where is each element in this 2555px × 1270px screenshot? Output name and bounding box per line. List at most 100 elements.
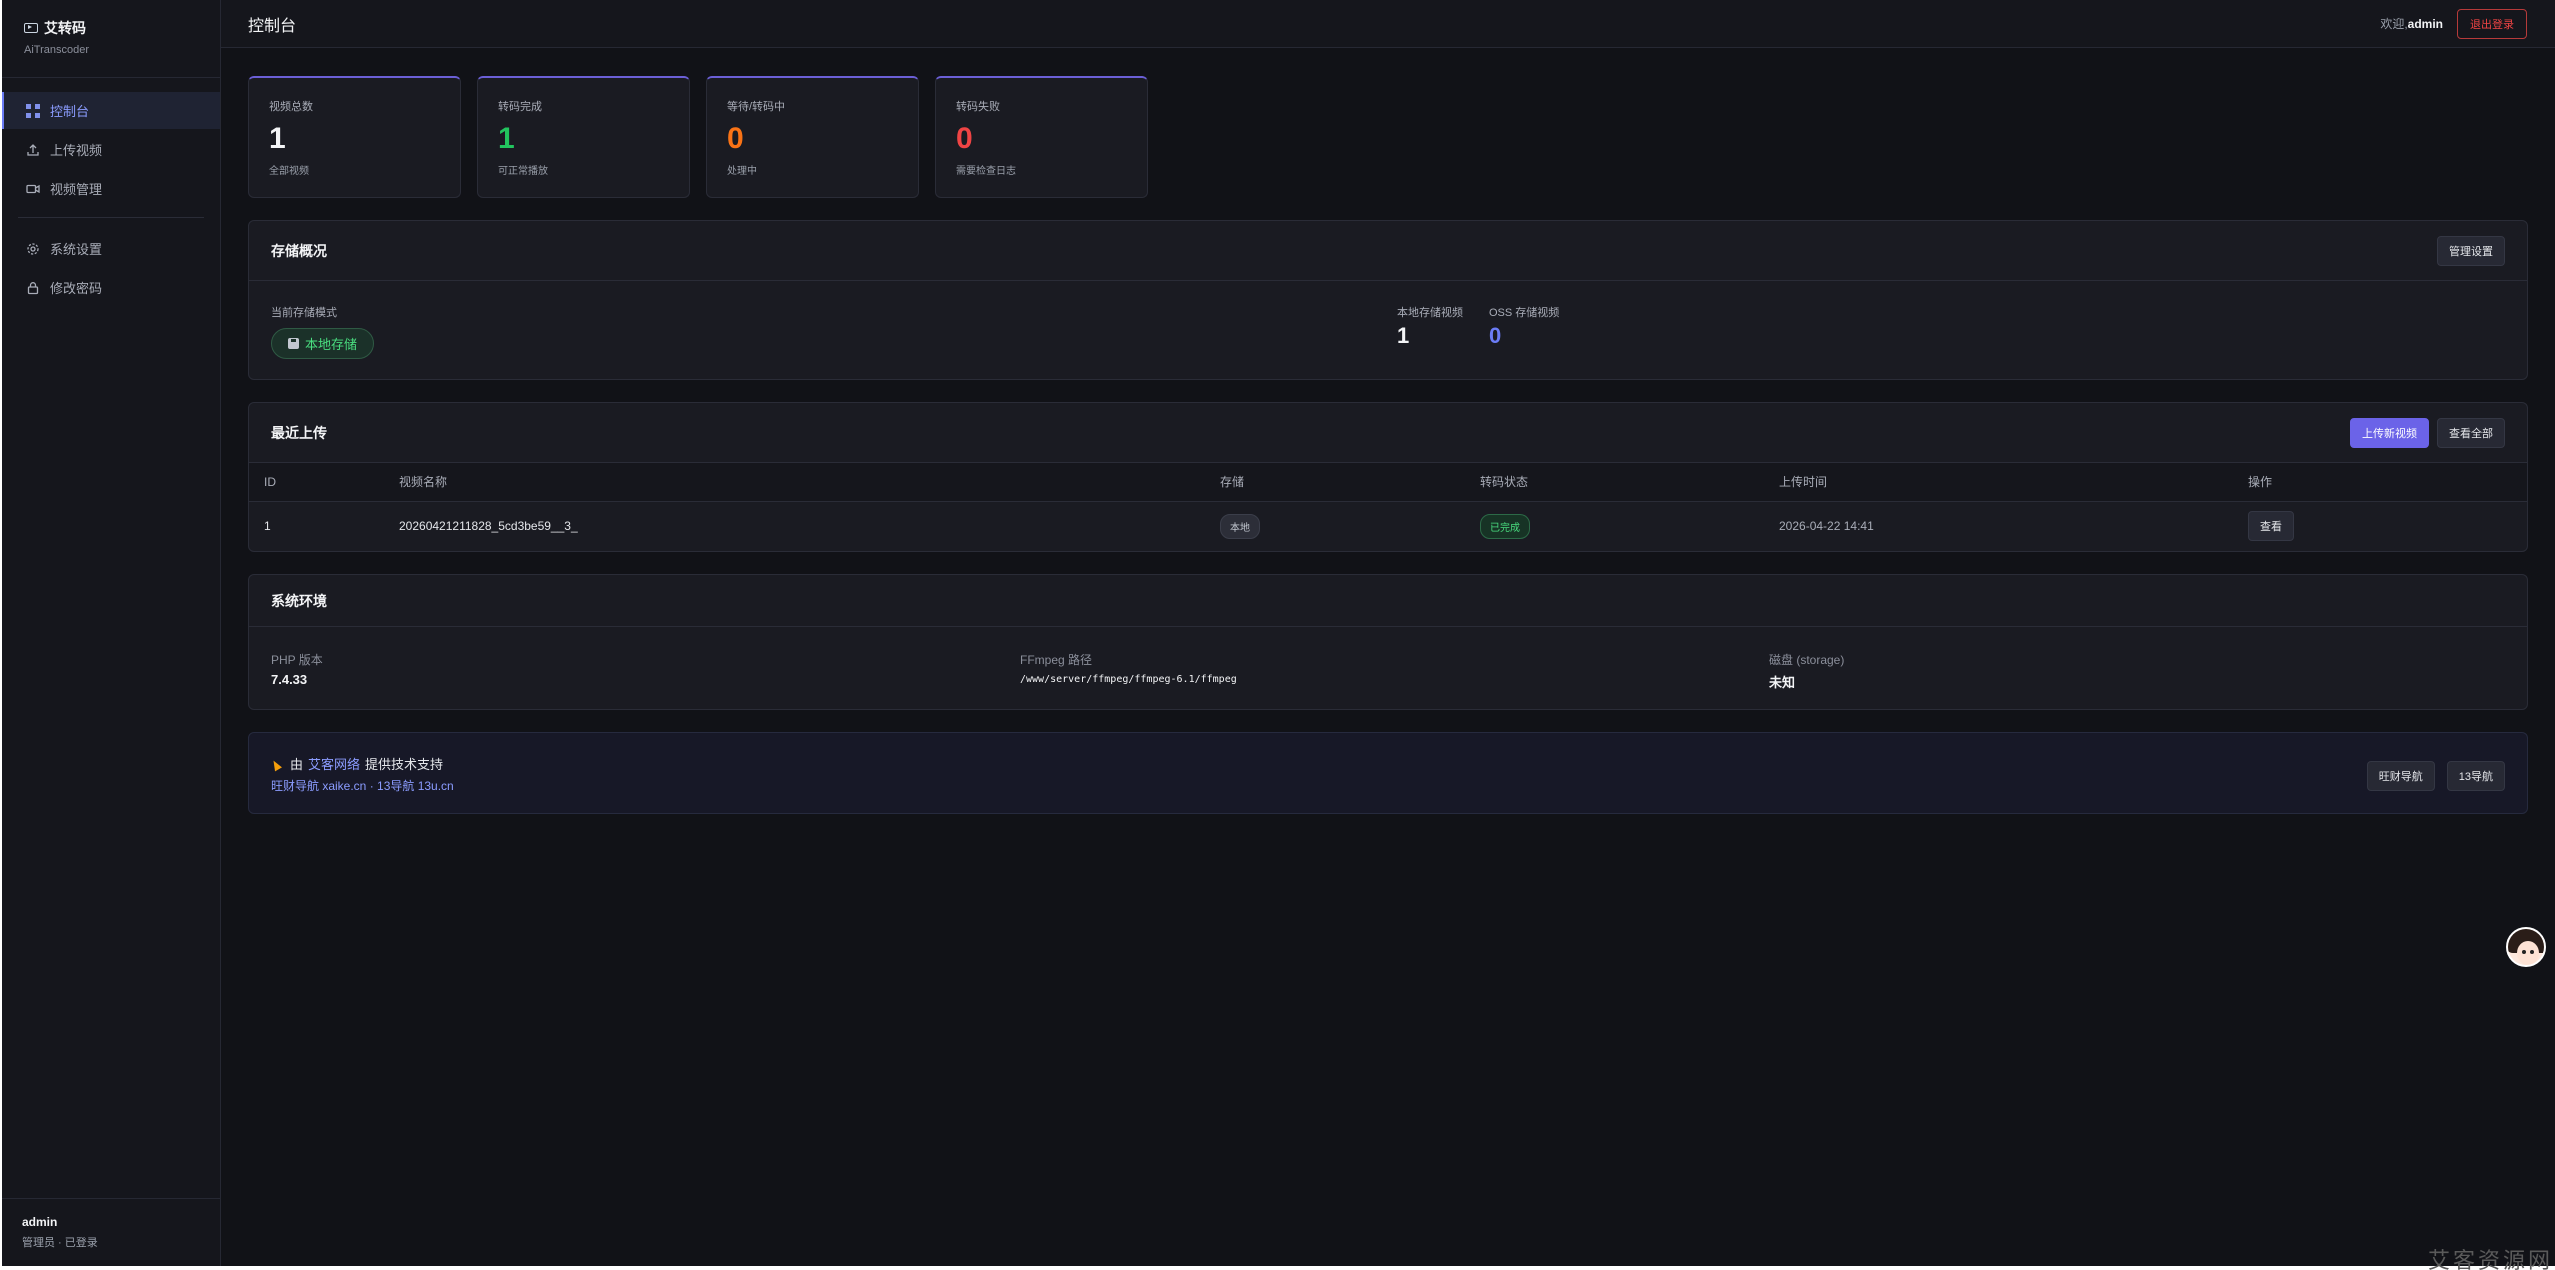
watermark-text: 艾客资源网: [2428, 1249, 2554, 1270]
upload-new-video-button[interactable]: 上传新视频: [2350, 417, 2429, 448]
lock-icon: [27, 281, 39, 294]
view-video-button[interactable]: 查看: [2248, 511, 2294, 542]
wangcai-nav-button[interactable]: 旺财导航: [2366, 761, 2435, 791]
topbar: 控制台 欢迎,admin 退出登录: [221, 0, 2555, 48]
stat-label: 转码失败: [956, 101, 1000, 113]
disk-label: 磁盘 (storage): [1769, 653, 1845, 667]
upload-icon: [27, 143, 39, 156]
brand-title: 艾转码: [44, 20, 86, 36]
video-icon: [26, 184, 40, 193]
stat-card-total: 视频总数 1 全部视频: [248, 76, 461, 198]
stat-label: 等待/转码中: [727, 101, 786, 113]
sidebar-item-videos[interactable]: 视频管理: [2, 170, 220, 207]
stat-value: 1: [269, 122, 286, 155]
stat-note: 全部视频: [269, 166, 309, 177]
storage-card: 存储概况 管理设置 当前存储模式 本地存储 本地存储视频 1 OSS 存储视频 …: [248, 220, 2528, 380]
user-area: 欢迎,admin 退出登录: [2380, 8, 2527, 39]
stat-note: 可正常播放: [498, 166, 548, 177]
storage-mode-badge: 本地存储: [271, 328, 375, 359]
storage-title: 存储概况: [271, 242, 327, 259]
column-header: 操作: [2248, 463, 2527, 502]
video-name: 20260421211828_5cd3be59__3_: [399, 519, 578, 534]
column-header: 视频名称: [399, 463, 1220, 502]
sidebar-user: admin 管理员 · 已登录: [2, 1198, 220, 1266]
floppy-disk-icon: [288, 338, 299, 349]
stat-card-failed: 转码失败 0 需要检查日志: [935, 76, 1148, 198]
php-version-value: 7.4.33: [271, 672, 308, 687]
column-header: 上传时间: [1779, 463, 2248, 502]
main-area: 控制台 欢迎,admin 退出登录 视频总数 1 全部视频 转码完成 1 可正常…: [221, 0, 2555, 1266]
stat-value: 0: [727, 122, 744, 155]
ffmpeg-path-label: FFmpeg 路径: [1020, 653, 1093, 667]
nav-divider: [18, 217, 204, 218]
sidebar-item-label: 视频管理: [50, 182, 103, 197]
stat-card-done: 转码完成 1 可正常播放: [477, 76, 690, 198]
page-title: 控制台: [248, 17, 297, 35]
video-logo-icon: [24, 23, 38, 33]
stat-note: 需要检查日志: [956, 166, 1016, 177]
oss-storage-count: 0: [1489, 323, 1502, 348]
table-header-row: ID 视频名称 存储 转码状态 上传时间 操作: [249, 463, 2527, 502]
php-version-label: PHP 版本: [271, 653, 323, 667]
system-env-card: 系统环境 PHP 版本 7.4.33 FFmpeg 路径 /www/server…: [248, 574, 2528, 710]
logout-button[interactable]: 退出登录: [2457, 8, 2527, 39]
disk-value: 未知: [1769, 675, 1796, 690]
brand-subtitle: AiTranscoder: [24, 44, 90, 56]
upload-time: 2026-04-22 14:41: [1779, 519, 1874, 534]
party-popper-icon: [271, 757, 285, 771]
env-title: 系统环境: [271, 592, 327, 609]
table-row: 1 20260421211828_5cd3be59__3_ 本地 已完成 202…: [249, 501, 2527, 551]
status-badge: 已完成: [1480, 513, 1530, 539]
stat-note: 处理中: [727, 166, 757, 177]
stat-label: 转码完成: [498, 101, 542, 113]
stat-value: 1: [498, 122, 515, 155]
video-id: 1: [264, 519, 271, 534]
storage-mode-value: 本地存储: [305, 337, 358, 352]
stat-value: 0: [956, 122, 973, 155]
column-header: 存储: [1220, 463, 1480, 502]
support-company-link[interactable]: 艾客网络: [308, 754, 360, 773]
welcome-text: 欢迎,admin: [2380, 15, 2443, 32]
local-storage-label: 本地存储视频: [1397, 307, 1463, 319]
sidebar-nav: 控制台 上传视频 视频管理 系统设置 修改密码: [2, 78, 220, 306]
local-storage-count: 1: [1397, 323, 1410, 348]
sidebar-item-label: 上传视频: [50, 143, 103, 158]
manage-settings-button[interactable]: 管理设置: [2437, 235, 2505, 266]
sidebar-item-label: 控制台: [50, 104, 90, 119]
sidebar-item-label: 修改密码: [50, 281, 103, 296]
oss-storage-label: OSS 存储视频: [1489, 307, 1560, 319]
support-nav-links[interactable]: 旺财导航 xaike.cn · 13导航 13u.cn: [271, 779, 454, 793]
sidebar: 艾转码 AiTranscoder 控制台 上传视频 视频管理 系统设置 修改密码…: [2, 0, 221, 1266]
recent-title: 最近上传: [271, 424, 327, 441]
brand: 艾转码 AiTranscoder: [2, 0, 220, 78]
column-header: 转码状态: [1480, 463, 1779, 502]
sidebar-item-label: 系统设置: [50, 242, 103, 257]
assistant-avatar[interactable]: [2506, 927, 2546, 967]
sidebar-item-upload[interactable]: 上传视频: [2, 131, 220, 168]
recent-uploads-table: ID 视频名称 存储 转码状态 上传时间 操作 1 20260421211828…: [249, 463, 2527, 551]
stat-label: 视频总数: [269, 101, 313, 113]
storage-mode-label: 当前存储模式: [271, 307, 337, 319]
view-all-button[interactable]: 查看全部: [2437, 417, 2505, 448]
welcome-label: 欢迎,: [2380, 17, 2408, 31]
current-user: admin: [2407, 17, 2443, 31]
dashboard-content: 视频总数 1 全部视频 转码完成 1 可正常播放 等待/转码中 0 处理中 转码…: [221, 48, 2555, 814]
sidebar-item-password[interactable]: 修改密码: [2, 269, 220, 306]
dashboard-icon: [26, 103, 40, 118]
sidebar-user-role: 管理员 · 已登录: [22, 1237, 98, 1249]
support-card: 由 艾客网络 提供技术支持 旺财导航 xaike.cn · 13导航 13u.c…: [248, 732, 2528, 814]
ffmpeg-path-value: /www/server/ffmpeg/ffmpeg-6.1/ffmpeg: [1020, 674, 1237, 685]
stat-card-pending: 等待/转码中 0 处理中: [706, 76, 919, 198]
storage-badge: 本地: [1220, 513, 1260, 539]
app-window: 艾转码 AiTranscoder 控制台 上传视频 视频管理 系统设置 修改密码…: [2, 0, 2555, 1266]
stats-row: 视频总数 1 全部视频 转码完成 1 可正常播放 等待/转码中 0 处理中 转码…: [248, 76, 2528, 198]
support-suffix: 提供技术支持: [365, 757, 444, 772]
support-prefix: 由: [290, 757, 304, 772]
sidebar-item-dashboard[interactable]: 控制台: [2, 92, 220, 129]
gear-icon: [27, 242, 39, 255]
column-header: ID: [249, 463, 399, 502]
13-nav-button[interactable]: 13导航: [2446, 761, 2505, 791]
sidebar-user-name: admin: [22, 1215, 58, 1229]
sidebar-item-settings[interactable]: 系统设置: [2, 230, 220, 267]
recent-uploads-card: 最近上传 上传新视频 查看全部 ID 视频名称 存储 转码状态 上传时间 操作 …: [248, 402, 2528, 552]
